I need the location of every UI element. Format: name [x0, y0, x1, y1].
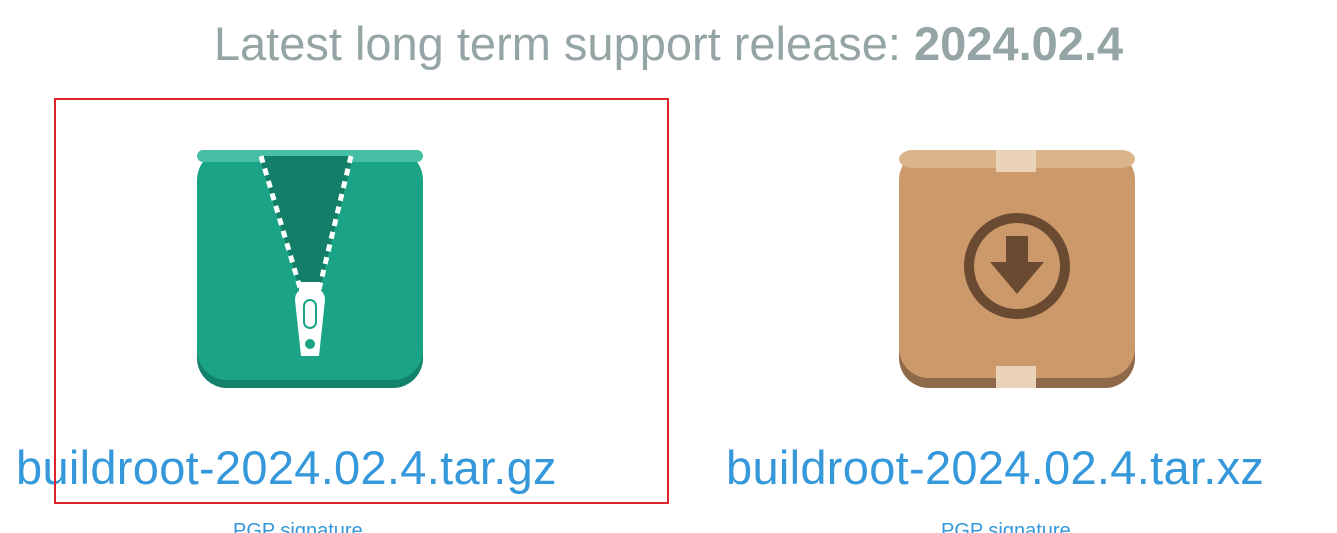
- tar-gz-pgp-signature-link[interactable]: PGP signature: [233, 518, 363, 533]
- tar-xz-download-link[interactable]: buildroot-2024.02.4.tar.xz: [726, 438, 1264, 498]
- tar-gz-download-link[interactable]: buildroot-2024.02.4.tar.gz: [16, 438, 557, 498]
- download-page: Latest long term support release: 2024.0…: [0, 0, 1337, 533]
- download-tar-gz: buildroot-2024.02.4.tar.gz PGP signature: [0, 0, 668, 533]
- zip-archive-icon[interactable]: [191, 150, 429, 388]
- download-tar-xz: buildroot-2024.02.4.tar.xz PGP signature: [668, 0, 1336, 533]
- tar-xz-pgp-signature-link[interactable]: PGP signature: [941, 518, 1071, 533]
- package-box-download-icon[interactable]: [898, 150, 1136, 388]
